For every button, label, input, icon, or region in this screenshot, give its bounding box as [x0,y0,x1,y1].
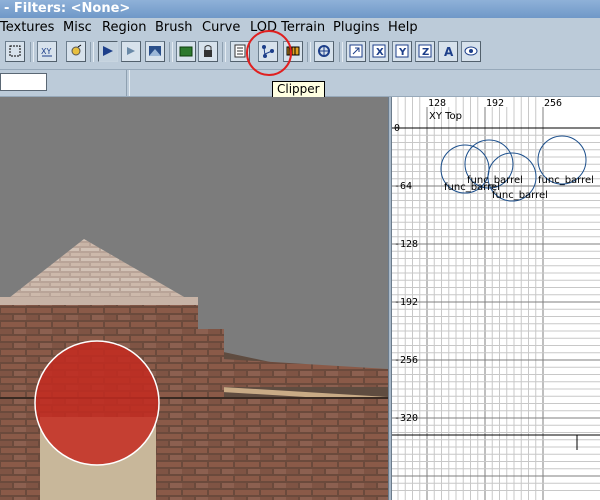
clipper-button[interactable] [258,41,278,62]
y-tick-label: -128 [394,239,418,250]
x-axis-icon: X [372,44,386,58]
bbox-icon [286,46,300,56]
menu-misc[interactable]: Misc [63,18,92,38]
toolbar-separator [90,42,94,62]
toolbar: XY X Y Z A [0,38,600,70]
x-tick-label: 192 [486,98,504,109]
z-axis-button[interactable]: Z [415,41,435,62]
menu-bar: Textures Misc Region Brush Curve LOD Ter… [0,18,600,39]
texture-lock-icon [103,46,113,56]
select-icon [9,45,21,57]
x-axis-button[interactable]: X [369,41,389,62]
menu-curve[interactable]: Curve [202,18,240,38]
flip-xy-icon: XY [41,47,52,57]
align-icon: A [444,45,454,58]
svg-text:XY: XY [41,47,51,56]
clipper-tooltip: Clipper [272,81,325,98]
entity-icon [179,46,193,57]
list-button[interactable] [230,41,250,62]
lock-button[interactable] [198,41,218,62]
x-tick-label: 256 [544,98,562,109]
menu-textures[interactable]: Textures [0,18,54,38]
y-tick-label: -256 [394,355,418,366]
camera-button[interactable] [121,41,141,62]
window-title: - Filters: <None> [0,0,600,18]
eye-button[interactable] [461,41,481,62]
svg-text:Z: Z [422,47,429,58]
toolbar-separator [222,42,226,62]
filter-input[interactable] [0,73,47,91]
rotate-icon [71,44,82,56]
x-tick-label: 128 [428,98,446,109]
view-label: XY Top [429,111,462,122]
region-button[interactable] [145,41,165,62]
camera-scene [0,97,388,500]
menu-lod-terrain[interactable]: LOD Terrain [250,18,325,38]
selection-sphere[interactable] [34,340,160,466]
eye-icon [464,46,478,56]
scale-icon [349,44,363,58]
y-tick-label: -64 [394,181,412,192]
entity-label: func_barrel [538,175,594,186]
menu-region[interactable]: Region [102,18,147,38]
entity-button[interactable] [176,41,196,62]
align-button[interactable]: A [438,41,458,62]
xy-grid: 128 192 256 0 -64 -128 -192 -256 -320 XY Top func_… [392,97,600,500]
rotate-button[interactable] [66,41,86,62]
y-tick-label: -320 [394,413,418,424]
toolbar-separator [169,42,173,62]
texture-lock-button[interactable] [98,41,118,62]
y-tick-label: -192 [394,297,418,308]
svg-text:A: A [444,45,454,58]
clipper-icon [262,45,274,58]
y-axis-icon: Y [395,44,409,58]
lock-icon [204,45,212,57]
z-axis-icon: Z [418,44,432,58]
patch-icon [318,45,330,57]
select-button[interactable] [5,41,25,62]
bbox-button[interactable] [283,41,303,62]
toolbar-separator [126,70,130,96]
menu-brush[interactable]: Brush [155,18,193,38]
menu-plugins[interactable]: Plugins [333,18,380,38]
scale-button[interactable] [346,41,366,62]
xy-top-view[interactable]: 128 192 256 0 -64 -128 -192 -256 -320 XY Top func_… [392,97,600,500]
region-icon [149,46,161,56]
list-icon [234,44,246,58]
flip-xy-button[interactable]: XY [37,41,57,62]
svg-text:Y: Y [398,47,407,58]
svg-text:X: X [376,47,384,58]
camera-view[interactable] [0,97,388,500]
camera-icon [127,47,135,55]
menu-help[interactable]: Help [388,18,418,38]
y-tick-label: 0 [394,123,400,134]
entity-label: func_barrel [492,190,548,201]
y-axis-button[interactable]: Y [392,41,412,62]
toolbar-separator [307,42,311,62]
toolbar-separator [30,42,34,62]
toolbar-separator [339,42,343,62]
patch-button[interactable] [314,41,334,62]
